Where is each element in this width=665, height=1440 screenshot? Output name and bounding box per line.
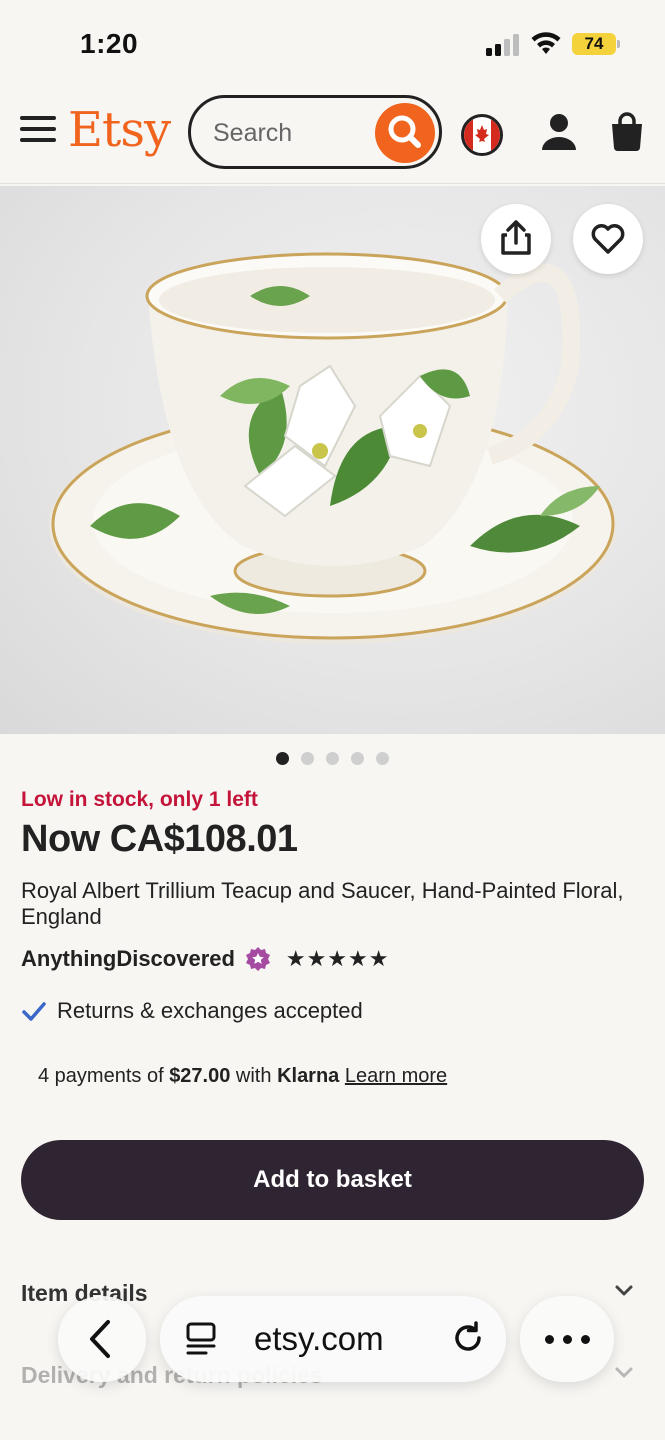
share-button[interactable] [481, 204, 551, 274]
add-to-basket-button[interactable]: Add to basket [21, 1140, 644, 1220]
search-button[interactable] [375, 103, 435, 163]
returns-text: Returns & exchanges accepted [57, 998, 363, 1023]
klarna-amount: $27.00 [169, 1065, 231, 1087]
shopping-bag-icon[interactable] [608, 112, 646, 152]
rating-stars: ★★★★★ [285, 946, 390, 971]
battery-level: 74 [572, 33, 616, 55]
favorite-button[interactable] [573, 204, 643, 274]
battery-icon: 74 [572, 33, 620, 55]
search-icon [388, 115, 421, 148]
share-icon [501, 220, 531, 255]
product-image[interactable] [0, 186, 665, 734]
returns-info: Returns & exchanges accepted [21, 998, 363, 1024]
canada-flag-icon[interactable] [461, 114, 503, 156]
site-header: Etsy [0, 88, 665, 184]
reload-icon[interactable] [450, 1320, 486, 1356]
more-options-button[interactable] [520, 1296, 614, 1382]
etsy-logo[interactable]: Etsy [68, 102, 171, 158]
carousel-dot[interactable] [376, 752, 389, 765]
chevron-down-icon [615, 1285, 633, 1296]
wifi-icon [531, 32, 561, 54]
account-icon[interactable] [540, 112, 578, 152]
url-text[interactable]: etsy.com [254, 1320, 384, 1358]
carousel-dot[interactable] [276, 752, 289, 765]
stock-alert: Low in stock, only 1 left [21, 788, 258, 811]
chevron-down-icon [615, 1367, 633, 1378]
more-dot [563, 1335, 572, 1344]
klarna-info: 4 payments of $27.00 with Klarna Learn m… [38, 1065, 447, 1088]
carousel-dot[interactable] [301, 752, 314, 765]
more-dot [545, 1335, 554, 1344]
klarna-prefix: 4 payments of [38, 1065, 164, 1087]
address-bar[interactable]: etsy.com [160, 1296, 506, 1382]
klarna-with: with [235, 1065, 272, 1087]
checkmark-icon [22, 1002, 46, 1021]
status-time: 1:20 [80, 28, 139, 59]
learn-more-link[interactable]: Learn more [345, 1065, 447, 1087]
star-seller-badge-icon [246, 947, 271, 971]
menu-icon[interactable] [20, 116, 56, 148]
shop-name-link[interactable]: AnythingDiscovered [21, 946, 235, 972]
status-bar: 1:20 74 [0, 0, 665, 88]
klarna-provider: Klarna [277, 1065, 340, 1087]
carousel-dots [0, 752, 665, 770]
search-bar [188, 95, 442, 169]
product-title: Royal Albert Trillium Teacup and Saucer,… [21, 878, 624, 929]
teacup-photo [49, 252, 617, 644]
chevron-left-icon [90, 1320, 110, 1358]
product-price: Now CA$108.01 [21, 818, 298, 860]
browser-back-button[interactable] [58, 1296, 146, 1382]
heart-icon [591, 224, 625, 254]
tabs-icon[interactable] [184, 1320, 218, 1358]
shop-row: AnythingDiscovered ★★★★★ [21, 946, 389, 976]
search-input[interactable] [213, 118, 363, 148]
carousel-dot[interactable] [351, 752, 364, 765]
more-dot [581, 1335, 590, 1344]
carousel-dot[interactable] [326, 752, 339, 765]
cellular-signal-icon [486, 34, 519, 56]
